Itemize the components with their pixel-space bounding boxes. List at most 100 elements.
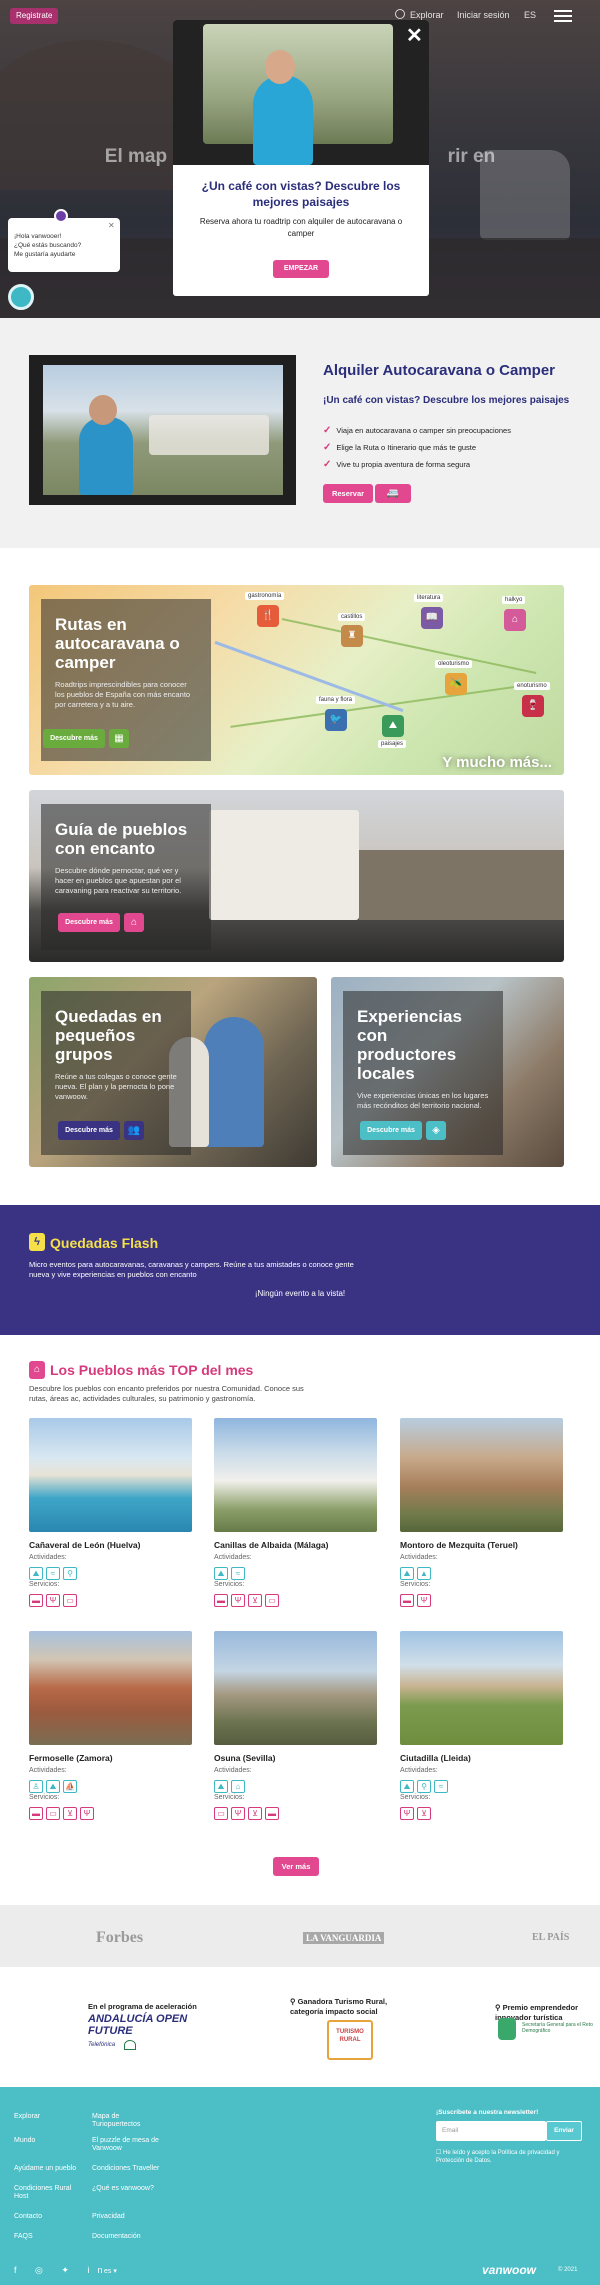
services-label: Servicios: <box>29 1794 60 1801</box>
cart-icon: ⊻ <box>248 1594 262 1607</box>
towns-title: Guía de pueblos con encanto <box>55 820 188 858</box>
footer-link[interactable]: FAQS <box>14 2233 33 2241</box>
register-button[interactable]: Registrate <box>10 8 59 24</box>
social-icons[interactable]: f ◎ ✦ in <box>14 2265 110 2276</box>
footer-link[interactable]: Mapa de Turiopuertectos <box>92 2113 162 2129</box>
footer-link[interactable]: Mundo <box>14 2137 35 2145</box>
map-icon[interactable]: ▦ <box>109 729 129 748</box>
location-icon: ⚲ <box>290 1997 298 2006</box>
town-name[interactable]: Osuna (Sevilla) <box>214 1753 377 1763</box>
experiences-discover-button[interactable]: Descubre más <box>360 1121 422 1140</box>
town-name[interactable]: Fermoselle (Zamora) <box>29 1753 192 1763</box>
wine-pin-icon[interactable]: 🍷 <box>522 695 544 717</box>
bike-icon: ⚲ <box>63 1567 77 1580</box>
experience-icon[interactable]: ◈ <box>426 1121 446 1140</box>
modal-title: ¿Un café con vistas? Descubre los mejore… <box>201 179 401 209</box>
towns-discover-button[interactable]: Descubre más <box>58 913 120 932</box>
town-photo[interactable] <box>29 1631 192 1745</box>
experiences-card[interactable]: Experiencias con productores locales Viv… <box>331 977 564 1167</box>
town-name[interactable]: Montoro de Mezquita (Teruel) <box>400 1540 563 1550</box>
swim-icon: ≈ <box>434 1780 448 1793</box>
town-card[interactable]: Canillas de Albaida (Málaga) Actividades… <box>214 1418 377 1607</box>
checkbox[interactable]: ☐ <box>436 2150 443 2156</box>
town-photo[interactable] <box>400 1418 563 1532</box>
flash-meetups-section: ϟ Quedadas Flash Micro eventos para auto… <box>0 1205 600 1335</box>
towns-card[interactable]: Guía de pueblos con encanto Descubre dón… <box>29 790 564 962</box>
footer-link[interactable]: El puzzle de mesa de Vanwoow <box>92 2137 172 2153</box>
bike-icon: ⚲ <box>417 1780 431 1793</box>
cart-icon: ⊻ <box>63 1807 77 1820</box>
landscape-pin-icon[interactable]: ⛰ <box>382 715 404 737</box>
home-icon[interactable]: ⌂ <box>124 913 144 932</box>
footer-link[interactable]: Privacidad <box>92 2213 125 2221</box>
group-icon[interactable]: 👥 <box>124 1121 144 1140</box>
routes-card[interactable]: 🍴 gastronomía ♜ castillos 📖 literatura ⌂… <box>29 585 564 775</box>
town-card[interactable]: Cañaveral de León (Huelva) Actividades: … <box>29 1418 192 1607</box>
hamburger-menu-icon[interactable] <box>554 10 572 22</box>
town-card[interactable]: Osuna (Sevilla) Actividades: ⛰ ⌂ Servicio… <box>214 1631 377 1820</box>
newsletter-send-button[interactable]: Enviar <box>546 2121 582 2141</box>
telefonica-logo: Telefónica <box>88 2042 116 2048</box>
book-button[interactable]: Reservar <box>323 484 373 503</box>
hiking-icon: ⛰ <box>214 1567 228 1580</box>
castle-pin-icon[interactable]: ♜ <box>341 625 363 647</box>
start-button[interactable]: EMPEZAR <box>273 260 329 278</box>
chat-avatar <box>54 209 68 223</box>
chat-launcher-button[interactable] <box>8 284 34 310</box>
town-photo[interactable] <box>29 1418 192 1532</box>
footer-link[interactable]: ¿Qué es vanwoow? <box>92 2185 154 2193</box>
town-name[interactable]: Cañaveral de León (Huelva) <box>29 1540 192 1550</box>
swim-icon: ≈ <box>46 1567 60 1580</box>
town-photo[interactable] <box>214 1418 377 1532</box>
town-card[interactable]: Fermoselle (Zamora) Actividades: ♙ ⛰ ⛵ Ser… <box>29 1631 192 1820</box>
routes-discover-button[interactable]: Descubre más <box>43 729 105 748</box>
person-image <box>204 1017 264 1147</box>
copyright: © 2021 <box>558 2267 578 2273</box>
olive-oil-pin-icon[interactable]: 🫒 <box>445 673 467 695</box>
town-name[interactable]: Canillas de Albaida (Málaga) <box>214 1540 377 1550</box>
language-selector[interactable]: ES <box>524 10 536 20</box>
spa-pin-icon[interactable]: ⌂ <box>504 609 526 631</box>
close-icon[interactable]: ✕ <box>406 26 423 46</box>
see-more-button[interactable]: Ver más <box>273 1857 319 1876</box>
town-card[interactable]: Montoro de Mezquita (Teruel) Actividades… <box>400 1418 563 1607</box>
lightning-icon: ϟ <box>29 1233 45 1251</box>
service-icons: ▬ Ψ ▭ <box>29 1590 192 1607</box>
privacy-checkbox-label[interactable]: ☐ He leído y acepto la Política de priva… <box>436 2149 586 2165</box>
bed-icon: ▬ <box>214 1594 228 1607</box>
footer-language-selector[interactable]: es ▾ <box>104 2268 117 2276</box>
town-photo[interactable] <box>400 1631 563 1745</box>
services-label: Servicios: <box>400 1581 431 1588</box>
footer-link[interactable]: Ayúdame un pueblo <box>14 2165 76 2173</box>
footer-link[interactable]: Condiciones Rural Host <box>14 2185 84 2201</box>
van-icon[interactable]: 🚐 <box>375 484 411 503</box>
town-photo[interactable] <box>214 1631 377 1745</box>
chat-close-icon[interactable]: ✕ <box>108 221 115 230</box>
login-link[interactable]: Iniciar sesión <box>457 10 510 20</box>
town-card[interactable]: Ciutadilla (Lleida) Actividades: ⛰ ⚲ ≈ Ser… <box>400 1631 563 1820</box>
check-icon: ✓ <box>323 425 332 436</box>
explore-link[interactable]: Explorar <box>410 10 444 20</box>
modal-image <box>173 20 429 165</box>
footer-link[interactable]: Explorar <box>14 2113 40 2121</box>
fauna-pin-icon[interactable]: 🐦 <box>325 709 347 731</box>
chat-bubble[interactable]: ¡Hola vanwooer! ¿Qué estás buscando? Me … <box>8 218 120 272</box>
rental-benefit: ✓ Elige la Ruta o Itinerario que más te g… <box>323 442 477 453</box>
shop-icon: ▭ <box>265 1594 279 1607</box>
groups-discover-button[interactable]: Descubre más <box>58 1121 120 1140</box>
footer-link[interactable]: Contacto <box>14 2213 42 2221</box>
rental-image <box>29 355 296 505</box>
footer-link[interactable]: Condiciones Traveller <box>92 2165 159 2173</box>
town-name[interactable]: Ciutadilla (Lleida) <box>400 1753 563 1763</box>
newsletter-email-input[interactable]: Email <box>436 2121 546 2141</box>
restaurant-icon: Ψ <box>231 1594 245 1607</box>
footer-link[interactable]: Documentación <box>92 2233 141 2241</box>
book-pin-icon[interactable]: 📖 <box>421 607 443 629</box>
activity-icons: ♙ ⛰ ⛵ <box>29 1776 192 1793</box>
activities-label: Actividades: <box>214 1554 252 1561</box>
groups-card[interactable]: Quedadas en pequeños grupos Reúne a tus … <box>29 977 317 1167</box>
experiences-title: Experiencias con productores locales <box>357 1007 462 1083</box>
top-towns-title: Los Pueblos más TOP del mes <box>50 1362 254 1378</box>
gastronomy-pin-icon[interactable]: 🍴 <box>257 605 279 627</box>
routes-text: Roadtrips imprescindibles para conocer l… <box>55 680 191 709</box>
